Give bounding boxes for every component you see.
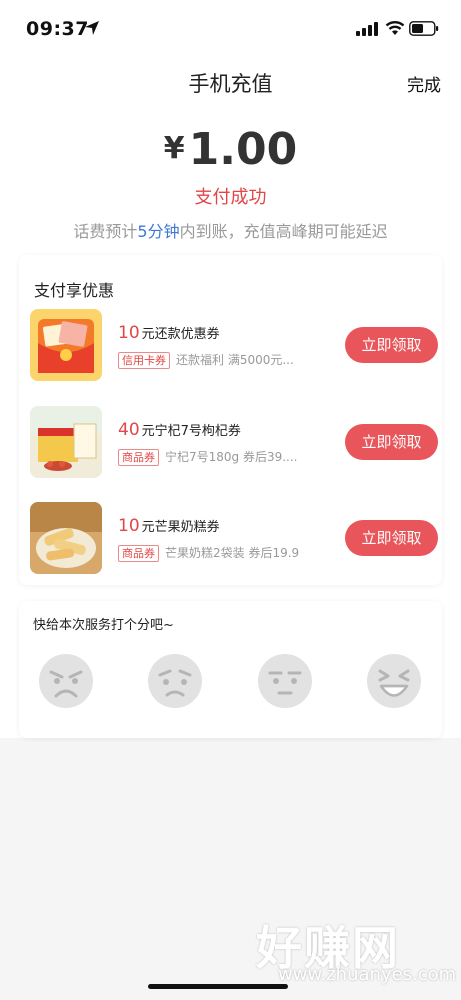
note-suffix: 内到账，充值高峰期可能延迟 xyxy=(179,222,388,241)
rating-card: 快给本次服务打个分吧~ xyxy=(19,601,442,738)
coupon-tag: 商品券 xyxy=(118,545,159,562)
coupon-name: 元芒果奶糕券 xyxy=(141,520,220,535)
coupon-subline: 信用卡券 还款福利 满5000元... xyxy=(118,351,353,369)
coupon-title: 40 元宁杞7号枸杞券 xyxy=(118,420,241,440)
coupon-title: 10 元还款优惠券 xyxy=(118,323,220,343)
home-indicator xyxy=(148,984,288,989)
coupon-tag: 商品券 xyxy=(118,449,159,466)
claim-button[interactable]: 立即领取 xyxy=(345,520,438,556)
page-title: 手机充值 xyxy=(188,72,273,96)
cellular-signal-icon xyxy=(356,22,378,36)
sad-face-icon[interactable] xyxy=(147,653,203,709)
coupon-desc: 芒果奶糕2袋装 券后19.9 xyxy=(165,546,300,560)
angry-face-icon[interactable] xyxy=(38,653,94,709)
watermark-url: www.zhuanyes.com xyxy=(278,964,457,985)
coupon-amount: 10 xyxy=(118,323,140,343)
rating-title: 快给本次服务打个分吧~ xyxy=(33,618,174,633)
status-time: 09:37 xyxy=(26,18,89,40)
red-envelope-coupon-image xyxy=(30,309,102,381)
note-prefix: 话费预计 xyxy=(73,222,138,241)
coupon-subline: 商品券 宁杞7号180g 券后39.... xyxy=(118,448,353,466)
payment-amount: 1.00 xyxy=(188,124,298,175)
neutral-face-icon[interactable] xyxy=(257,653,313,709)
coupon-tag: 信用卡券 xyxy=(118,352,170,369)
coupon-name: 元宁杞7号枸杞券 xyxy=(141,424,241,439)
arrival-note: 话费预计5分钟内到账，充值高峰期可能延迟 xyxy=(0,218,461,242)
coupon-item: 10 元还款优惠券 信用卡券 还款福利 满5000元... 立即领取 xyxy=(19,309,442,389)
payment-status: 支付成功 xyxy=(194,187,267,208)
done-button[interactable]: 完成 xyxy=(407,71,441,96)
currency-symbol: ¥ xyxy=(163,131,185,166)
claim-button[interactable]: 立即领取 xyxy=(345,424,438,460)
battery-icon xyxy=(409,21,439,36)
coupon-amount: 10 xyxy=(118,516,140,536)
mango-cake-image xyxy=(30,502,102,574)
coupon-card: 支付享优惠 10元还款优惠券 信用卡券还款福利 满5000元... 立即领取 xyxy=(19,255,442,585)
coupon-amount: 40 xyxy=(118,420,140,440)
coupon-desc: 还款福利 满5000元... xyxy=(176,353,294,367)
goji-gift-box-image xyxy=(30,406,102,478)
coupon-subline: 商品券 芒果奶糕2袋装 券后19.9 xyxy=(118,544,353,562)
coupon-title: 10 元芒果奶糕券 xyxy=(118,516,220,536)
status-bar: 09:37 xyxy=(0,0,461,56)
laughing-face-icon[interactable] xyxy=(366,653,422,709)
coupon-item: 40 元宁杞7号枸杞券 商品券 宁杞7号180g 券后39.... 立即领取 xyxy=(19,406,442,486)
coupon-card-title: 支付享优惠 xyxy=(34,281,115,300)
coupon-name: 元还款优惠券 xyxy=(141,327,220,342)
amount-row: ¥1.00 xyxy=(0,124,461,175)
coupon-desc: 宁杞7号180g 券后39.... xyxy=(165,450,298,464)
coupon-item: 10 元芒果奶糕券 商品券 芒果奶糕2袋装 券后19.9 立即领取 xyxy=(19,502,442,582)
claim-button[interactable]: 立即领取 xyxy=(345,327,438,363)
wifi-icon xyxy=(385,21,405,35)
location-arrow-icon xyxy=(85,21,99,35)
note-highlight: 5分钟 xyxy=(137,222,180,241)
